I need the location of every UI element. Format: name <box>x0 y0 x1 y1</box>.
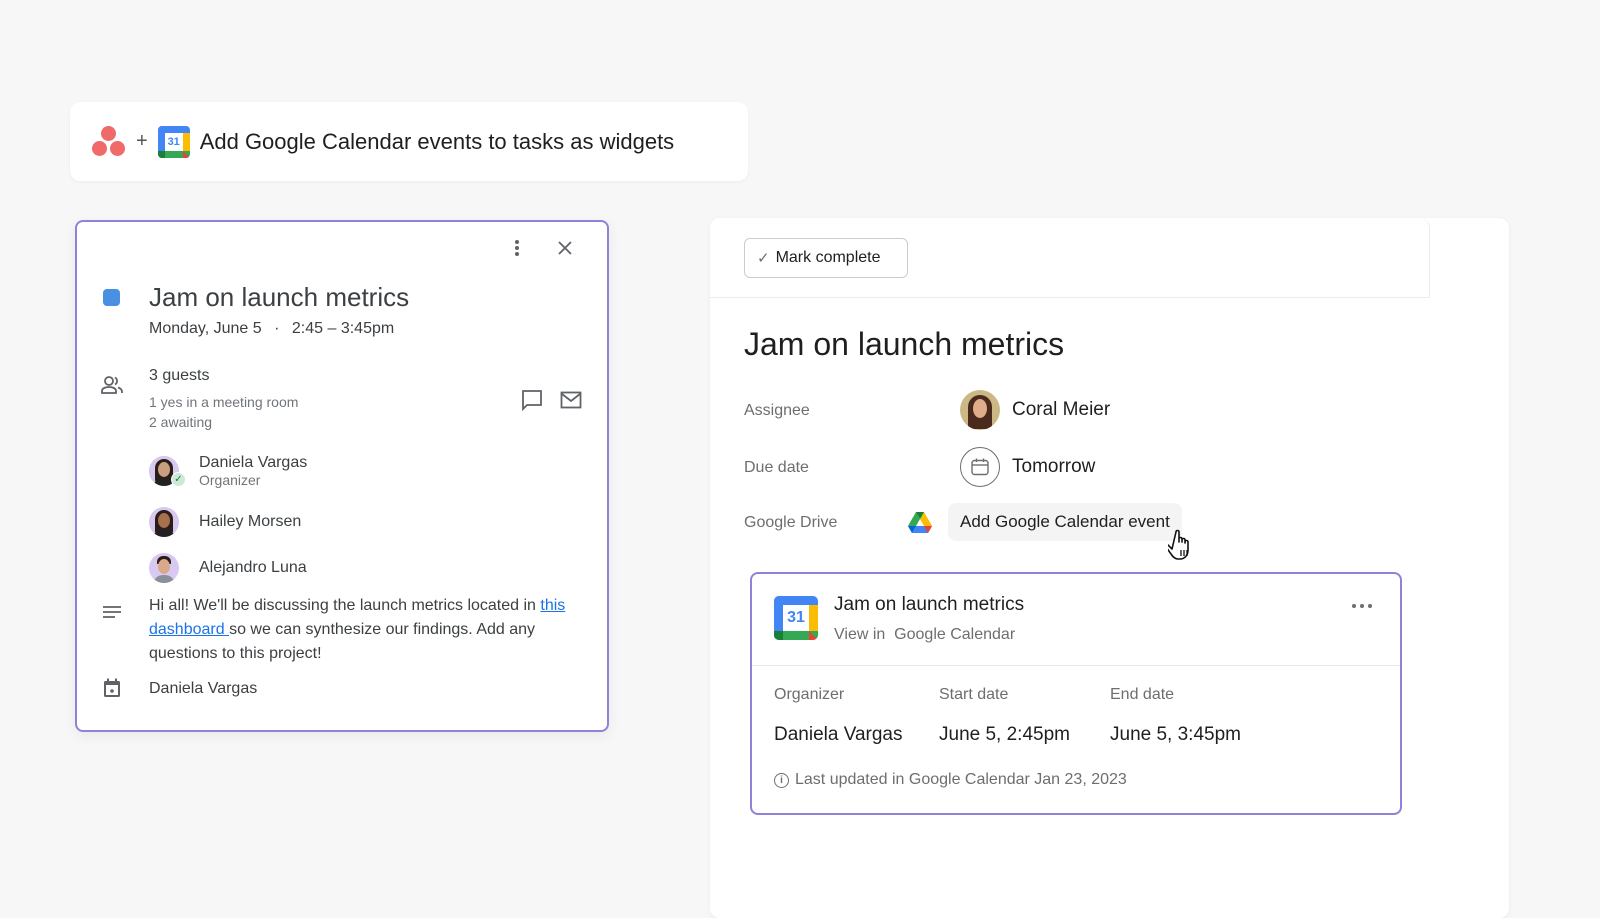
assignee-field[interactable]: Coral Meier <box>960 390 1110 430</box>
guest-avatar: ✓ <box>149 456 186 487</box>
plus-sign: + <box>136 130 148 152</box>
guest-item[interactable]: ✓ Daniela Vargas Organizer <box>149 454 307 488</box>
event-datetime: Monday, June 5 · 2:45 – 3:45pm <box>149 320 395 337</box>
guests-count: 3 guests <box>149 367 210 384</box>
guests-yes: 1 yes in a meeting room <box>149 394 299 410</box>
add-google-calendar-event-button[interactable]: Add Google Calendar event <box>948 503 1182 541</box>
google-calendar-widget: 31 Jam on launch metrics View in Google … <box>750 572 1402 815</box>
calendar-owner: Daniela Vargas <box>149 680 258 697</box>
event-color-dot <box>103 289 120 306</box>
end-date-label: End date <box>1110 686 1175 703</box>
task-title[interactable]: Jam on launch metrics <box>744 326 1064 363</box>
feature-banner: + 31 Add Google Calendar events to tasks… <box>70 102 748 181</box>
start-date-value: June 5, 2:45pm <box>939 724 1070 745</box>
close-icon[interactable] <box>553 236 577 260</box>
event-description: Hi all! We'll be discussing the launch m… <box>149 597 566 662</box>
check-icon: ✓ <box>757 250 770 267</box>
banner-title: Add Google Calendar events to tasks as w… <box>199 128 675 154</box>
organizer-label: Organizer <box>774 686 845 703</box>
assignee-avatar <box>960 390 1000 430</box>
chat-icon[interactable] <box>520 388 544 412</box>
more-options-icon[interactable] <box>505 236 529 260</box>
more-options-icon[interactable] <box>1352 604 1372 608</box>
google-drive-label: Google Drive <box>744 514 838 531</box>
people-icon <box>99 374 125 396</box>
due-date-label: Due date <box>744 459 809 476</box>
last-updated-note: i Last updated in Google Calendar Jan 23… <box>774 771 1127 789</box>
assignee-label: Assignee <box>744 402 810 419</box>
google-calendar-icon: 31 <box>157 125 190 158</box>
info-icon: i <box>774 772 789 788</box>
task-toolbar: ✓ Mark complete <box>710 218 1430 298</box>
guest-name: Alejandro Luna <box>199 559 307 576</box>
calendar-icon <box>960 447 1000 487</box>
hand-pointer-cursor-icon <box>1168 529 1189 560</box>
guest-item[interactable]: Hailey Morsen <box>149 507 301 537</box>
mark-complete-button[interactable]: ✓ Mark complete <box>744 238 908 278</box>
widget-divider <box>752 665 1400 666</box>
google-calendar-icon: 31 <box>774 596 818 640</box>
organizer-value: Daniela Vargas <box>774 724 903 745</box>
end-date-value: June 5, 3:45pm <box>1110 724 1241 745</box>
guest-item[interactable]: Alejandro Luna <box>149 553 307 583</box>
guest-avatar <box>149 507 179 537</box>
guest-name: Daniela Vargas <box>199 454 308 471</box>
due-date-field[interactable]: Tomorrow <box>960 447 1095 487</box>
guest-role: Organizer <box>199 472 261 488</box>
guests-awaiting: 2 awaiting <box>149 414 213 430</box>
mail-icon[interactable] <box>559 388 583 412</box>
guest-name: Hailey Morsen <box>199 513 302 530</box>
view-in-google-calendar-link[interactable]: View in Google Calendar <box>834 626 1015 644</box>
guest-avatar <box>149 553 179 583</box>
calendar-icon <box>101 677 123 699</box>
widget-title: Jam on launch metrics <box>834 594 1025 615</box>
asana-logo-icon <box>92 125 126 158</box>
google-drive-field: Add Google Calendar event <box>908 503 1182 541</box>
google-drive-icon <box>908 512 932 533</box>
notes-icon <box>101 604 123 620</box>
calendar-event-card: Jam on launch metrics Monday, June 5 · 2… <box>75 220 609 732</box>
event-title: Jam on launch metrics <box>149 282 410 312</box>
accepted-check-icon: ✓ <box>171 472 186 487</box>
start-date-label: Start date <box>939 686 1009 703</box>
